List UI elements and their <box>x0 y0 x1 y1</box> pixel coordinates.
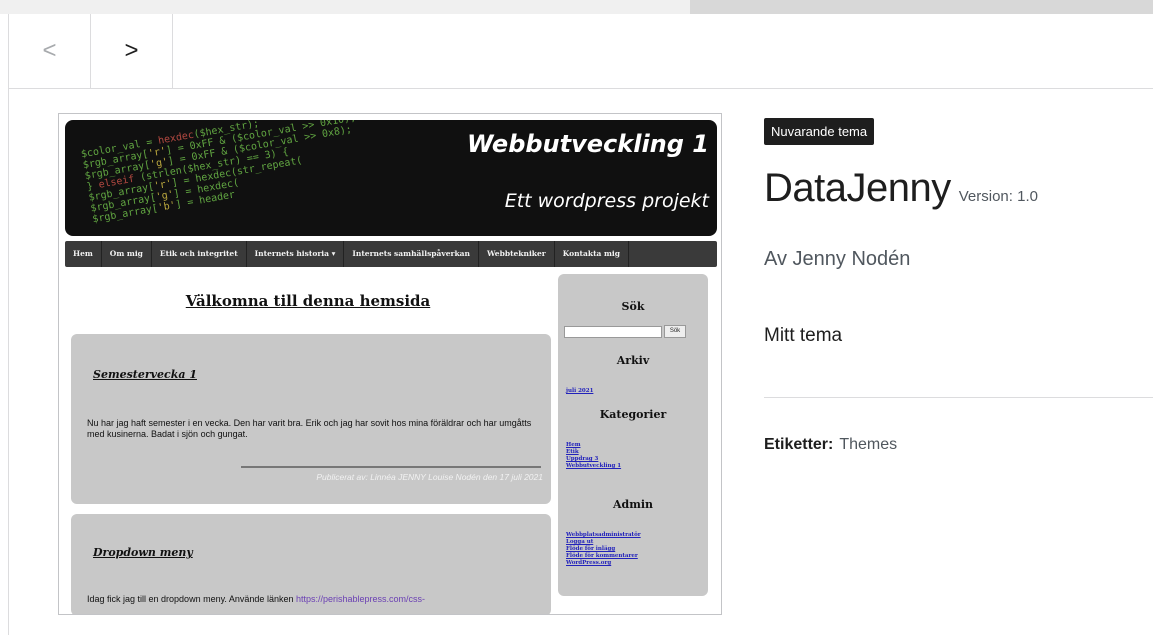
sidebar-heading: Admin <box>612 498 654 511</box>
welcome-heading: Välkomna till denna hemsida <box>185 292 431 310</box>
screenshot-menu: Hem Om mig Etik och integritet Internets… <box>65 241 717 267</box>
post-card: Dropdown meny Idag fick jag till en drop… <box>71 514 551 614</box>
sidebar-link: juli 2021 <box>566 388 594 394</box>
theme-navigation-bar: < > <box>8 14 1153 89</box>
post-link: https://perishablepress.com/css- <box>295 594 426 604</box>
sidebar-search-box <box>564 326 662 338</box>
screenshot-site-title: Webbutveckling 1 <box>466 130 709 158</box>
next-theme-button[interactable]: > <box>91 14 173 88</box>
menu-item: Internets samhällspåverkan <box>344 241 479 267</box>
code-background-image: $color_val = hexdec($hex_str); $rgb_arra… <box>80 120 357 226</box>
theme-author: Av Jenny Nodén <box>764 248 911 270</box>
sidebar-heading: Arkiv <box>616 354 650 367</box>
post-text: Nu har jag haft semester i en vecka. Den… <box>87 418 532 439</box>
menu-item: Hem <box>65 241 102 267</box>
sidebar-heading: Kategorier <box>599 408 667 421</box>
post-text: Idag fick jag till en dropdown meny. Anv… <box>87 594 537 605</box>
sidebar-search-button: Sök <box>664 325 686 338</box>
post-title: Semestervecka 1 <box>93 368 197 381</box>
theme-description: Mitt tema <box>764 325 843 346</box>
post-published: Publicerat av: Linnéa JENNY Louise Nodén… <box>316 472 543 482</box>
previous-theme-button[interactable]: < <box>9 14 91 88</box>
theme-name-text: DataJenny <box>764 166 951 210</box>
screenshot-sidebar: Sök Sök Arkiv juli 2021 Kategorier Hem E… <box>558 274 708 596</box>
divider <box>764 397 1153 398</box>
menu-item: Om mig <box>102 241 152 267</box>
post-card: Semestervecka 1 Nu har jag haft semester… <box>71 334 551 504</box>
theme-name: DataJenny Version: 1.0 <box>764 166 1038 211</box>
top-strip-shade <box>690 0 1153 14</box>
top-strip <box>0 0 1153 14</box>
post-title: Dropdown meny <box>93 546 193 559</box>
panel-border <box>8 89 9 635</box>
sidebar-link: Etik <box>566 449 579 455</box>
sidebar-link: Logga ut <box>566 539 594 545</box>
screenshot-header: $color_val = hexdec($hex_str); $rgb_arra… <box>65 120 717 236</box>
post-divider <box>241 466 541 468</box>
sidebar-link: Uppdrag 3 <box>566 456 599 462</box>
chevron-left-icon: < <box>42 37 57 64</box>
sidebar-link: Webbplatsadministratör <box>566 532 641 538</box>
sidebar-links: Hem Etik Uppdrag 3 Webbutveckling 1 <box>566 442 621 470</box>
sidebar-links: Webbplatsadministratör Logga ut Flöde fö… <box>566 532 641 567</box>
menu-item: Etik och integritet <box>152 241 247 267</box>
screenshot-site-subtitle: Ett wordpress projekt <box>504 190 709 212</box>
theme-tags: Etiketter: Themes <box>764 436 897 454</box>
sidebar-links: juli 2021 <box>566 388 593 395</box>
menu-item: Internets historia ▾ <box>247 241 345 267</box>
tags-value: Themes <box>839 436 898 453</box>
sidebar-link: Flöde för kommentarer <box>566 553 638 559</box>
post-text-body: Idag fick jag till en dropdown meny. Anv… <box>87 594 294 604</box>
screenshot-content: Välkomna till denna hemsida Semesterveck… <box>65 270 551 614</box>
sidebar-heading: Sök <box>621 300 645 313</box>
menu-item: Kontakta mig <box>555 241 630 267</box>
sidebar-link: Flöde för inlägg <box>566 546 616 552</box>
current-theme-badge: Nuvarande tema <box>764 118 875 145</box>
menu-item: Webbtekniker <box>479 241 555 267</box>
theme-version: Version: 1.0 <box>958 188 1038 205</box>
tags-label: Etiketter: <box>764 436 834 453</box>
theme-screenshot: $color_val = hexdec($hex_str); $rgb_arra… <box>58 113 722 615</box>
sidebar-link: Webbutveckling 1 <box>566 463 622 469</box>
sidebar-link: Hem <box>566 442 581 448</box>
chevron-right-icon: > <box>124 37 139 64</box>
sidebar-link: WordPress.org <box>566 560 612 566</box>
